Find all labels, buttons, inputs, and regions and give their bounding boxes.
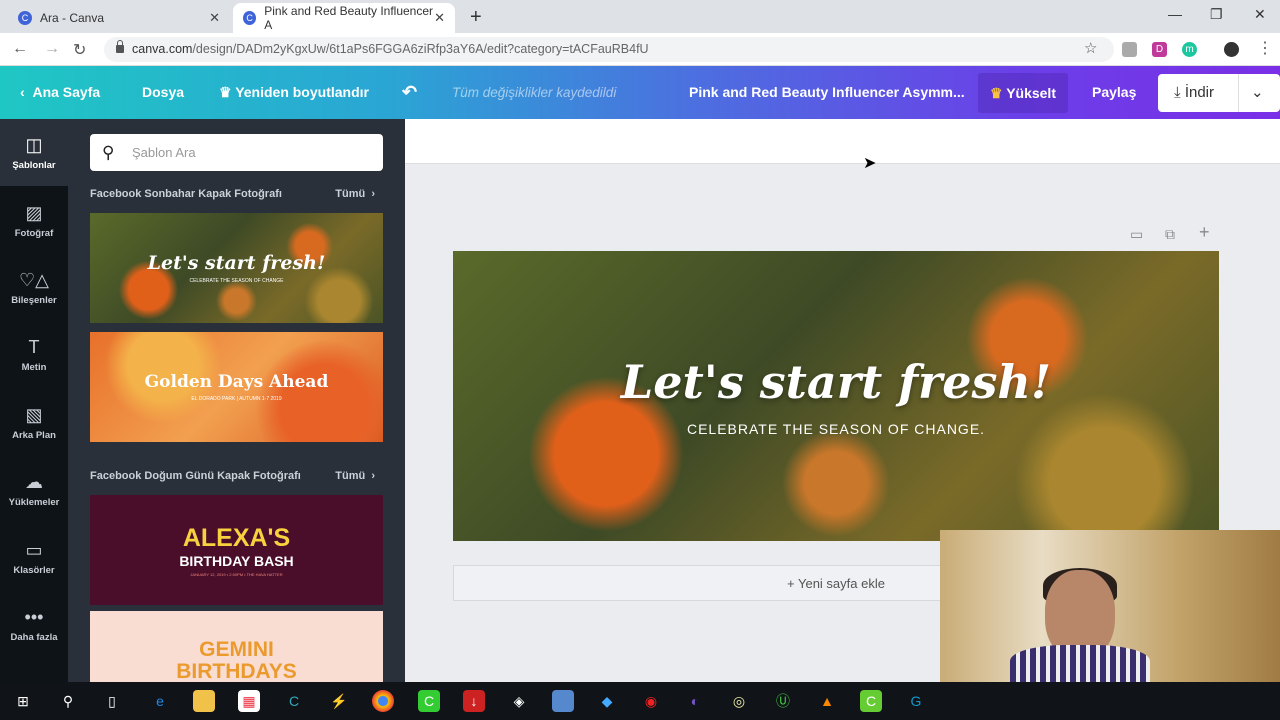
windows-taskbar: ⊞ ⚲ ▯ e ▦ C ⚡ C ↓ ◈ ◆ ◉ ◐ ◎ Ⓤ ▲ C G — [0, 682, 1280, 720]
sidebar-item-uploads[interactable]: ☁ Yüklemeler — [0, 472, 68, 508]
download-app-icon[interactable]: ↓ — [463, 690, 485, 712]
home-button[interactable]: ‹ Ana Sayfa — [20, 66, 100, 119]
unity-icon[interactable]: ◈ — [508, 690, 530, 712]
extension-d-icon[interactable]: D — [1152, 42, 1167, 57]
crown-icon: ♛ — [990, 85, 1007, 101]
app-icon[interactable]: G — [905, 690, 927, 712]
sidebar: ◫ Şablonlar ▨ Fotoğraf ♡△ Bileşenler T Metin… — [0, 119, 68, 682]
camtasia-icon[interactable]: C — [860, 690, 882, 712]
close-tab-icon[interactable]: ✕ — [209, 10, 220, 26]
photo-icon: ▨ — [25, 203, 43, 223]
sidebar-item-photos[interactable]: ▨ Fotoğraf — [0, 203, 68, 239]
duplicate-page-icon[interactable]: ⧉ — [1165, 226, 1175, 243]
browser-tab-bar: C Ara - Canva ✕ C Pink and Red Beauty Influ… — [0, 0, 1280, 33]
crown-icon: ♛ — [219, 84, 236, 100]
canva-header: ‹ Ana Sayfa Dosya ♛ Yeniden boyutlandır … — [0, 66, 1280, 119]
restore-button[interactable]: ❐ — [1210, 6, 1223, 23]
tab-ara-canva[interactable]: C Ara - Canva ✕ — [8, 3, 230, 33]
eclipse-icon[interactable]: ◐ — [684, 690, 706, 712]
add-page-icon[interactable]: + — [1199, 222, 1210, 243]
forward-icon[interactable]: → — [44, 40, 60, 58]
file-menu[interactable]: Dosya — [142, 66, 184, 119]
template-thumbnail[interactable]: Let's start fresh! CELEBRATE THE SEASON O… — [90, 213, 383, 323]
sidebar-item-elements[interactable]: ♡△ Bileşenler — [0, 270, 68, 306]
address-bar-row: ← → ↻ canva.com/design/DADm2yKgxUw/6t1aP… — [0, 33, 1280, 66]
template-thumbnail[interactable]: Golden Days Ahead EL DORADO PARK | AUTUMN… — [90, 332, 383, 442]
mouse-cursor-icon: ➤ — [863, 155, 877, 172]
see-all-link[interactable]: Tümü › — [335, 188, 375, 200]
close-tab-icon[interactable]: ✕ — [434, 10, 445, 26]
search-icon: ⚲ — [102, 143, 115, 162]
design-title[interactable]: Pink and Red Beauty Influencer Asymm... — [689, 66, 965, 119]
resize-button[interactable]: ♛ Yeniden boyutlandır — [219, 66, 369, 119]
text-icon: T — [28, 337, 40, 357]
sidebar-item-background[interactable]: ▧ Arka Plan — [0, 405, 68, 441]
design-title-text[interactable]: Let's start fresh! — [621, 355, 1051, 409]
windows-start-icon[interactable]: ⊞ — [12, 690, 34, 712]
upload-icon: ☁ — [25, 472, 43, 492]
recorder-icon[interactable]: ◉ — [640, 690, 662, 712]
sidebar-item-folders[interactable]: ▭ Klasörler — [0, 540, 68, 576]
undo-icon[interactable]: ↶ — [402, 66, 417, 119]
profile-avatar[interactable] — [1224, 42, 1239, 57]
sidebar-item-text[interactable]: T Metin — [0, 337, 68, 373]
lock-icon — [116, 40, 124, 53]
save-status: Tüm değişiklikler kaydedildi — [452, 85, 617, 100]
bookmark-star-icon[interactable]: ☆ — [1084, 39, 1097, 57]
app-icon[interactable]: ⚡ — [328, 690, 350, 712]
background-icon: ▧ — [25, 405, 43, 425]
menu-icon[interactable]: ⋮ — [1257, 38, 1273, 58]
vlc-icon[interactable]: ▲ — [816, 690, 838, 712]
design-canvas[interactable]: Let's start fresh! CELEBRATE THE SEASON … — [453, 251, 1219, 541]
url-input[interactable]: canva.com/design/DADm2yKgxUw/6t1aPs6FGGA… — [104, 37, 1114, 62]
see-all-link[interactable]: Tümü › — [335, 470, 375, 482]
sidebar-item-more[interactable]: ••• Daha fazla — [0, 607, 68, 643]
section-header-autumn: Facebook Sonbahar Kapak Fotoğrafı Tümü › — [90, 188, 375, 200]
chrome-icon[interactable] — [372, 690, 394, 712]
template-search-input[interactable]: ⚲ Şablon Ara — [90, 134, 383, 171]
share-button[interactable]: Paylaş — [1092, 66, 1136, 119]
download-options-chevron-icon[interactable]: ⌄ — [1238, 74, 1280, 112]
extension-icon[interactable] — [1122, 42, 1137, 57]
canva-favicon-icon: C — [243, 11, 257, 25]
templates-panel: ⚲ Şablon Ara Facebook Sonbahar Kapak Foto… — [68, 119, 405, 682]
file-explorer-icon[interactable] — [193, 690, 215, 712]
sidebar-item-templates[interactable]: ◫ Şablonlar — [0, 119, 68, 186]
editor-toolbar — [405, 119, 1280, 164]
template-thumbnail[interactable]: GEMINI BIRTHDAYS — [90, 611, 383, 682]
app-icon[interactable]: ◆ — [596, 690, 618, 712]
back-icon[interactable]: ← — [12, 40, 28, 58]
close-window-button[interactable]: ✕ — [1254, 6, 1266, 23]
disc-icon[interactable]: ◎ — [728, 690, 750, 712]
app-icon[interactable] — [552, 690, 574, 712]
template-thumbnail[interactable]: ALEXA'S BIRTHDAY BASH JANUARY 12, 2019 • 2… — [90, 495, 383, 605]
more-icon: ••• — [24, 607, 44, 627]
canva-favicon-icon: C — [18, 11, 32, 25]
reload-icon[interactable]: ↻ — [73, 40, 86, 60]
tab-design[interactable]: C Pink and Red Beauty Influencer A ✕ — [233, 3, 455, 33]
edge-icon[interactable]: e — [149, 690, 171, 712]
section-header-birthday: Facebook Doğum Günü Kapak Fotoğrafı Tümü … — [90, 470, 375, 482]
folder-icon: ▭ — [25, 540, 43, 560]
search-icon[interactable]: ⚲ — [57, 690, 79, 712]
camtasia-icon[interactable]: C — [418, 690, 440, 712]
app-icon[interactable]: C — [283, 690, 305, 712]
design-subtitle-text[interactable]: CELEBRATE THE SEASON OF CHANGE. — [687, 421, 985, 437]
upgrade-button[interactable]: ♛ Yükselt — [978, 73, 1068, 113]
store-icon[interactable]: ▦ — [238, 690, 260, 712]
url-text: canva.com/design/DADm2yKgxUw/6t1aPs6FGGA… — [132, 42, 649, 56]
download-icon: ⤓ — [1174, 84, 1185, 101]
extension-m-icon[interactable]: m — [1182, 42, 1197, 57]
note-icon[interactable]: ▭ — [1130, 226, 1143, 243]
minimize-button[interactable]: — — [1168, 6, 1182, 22]
elements-icon: ♡△ — [19, 270, 49, 290]
app-icon[interactable]: Ⓤ — [772, 690, 794, 712]
new-tab-button[interactable]: + — [470, 6, 482, 29]
task-view-icon[interactable]: ▯ — [101, 690, 123, 712]
templates-icon: ◫ — [25, 135, 43, 155]
webcam-overlay — [940, 530, 1280, 685]
chevron-left-icon: ‹ — [20, 84, 33, 100]
